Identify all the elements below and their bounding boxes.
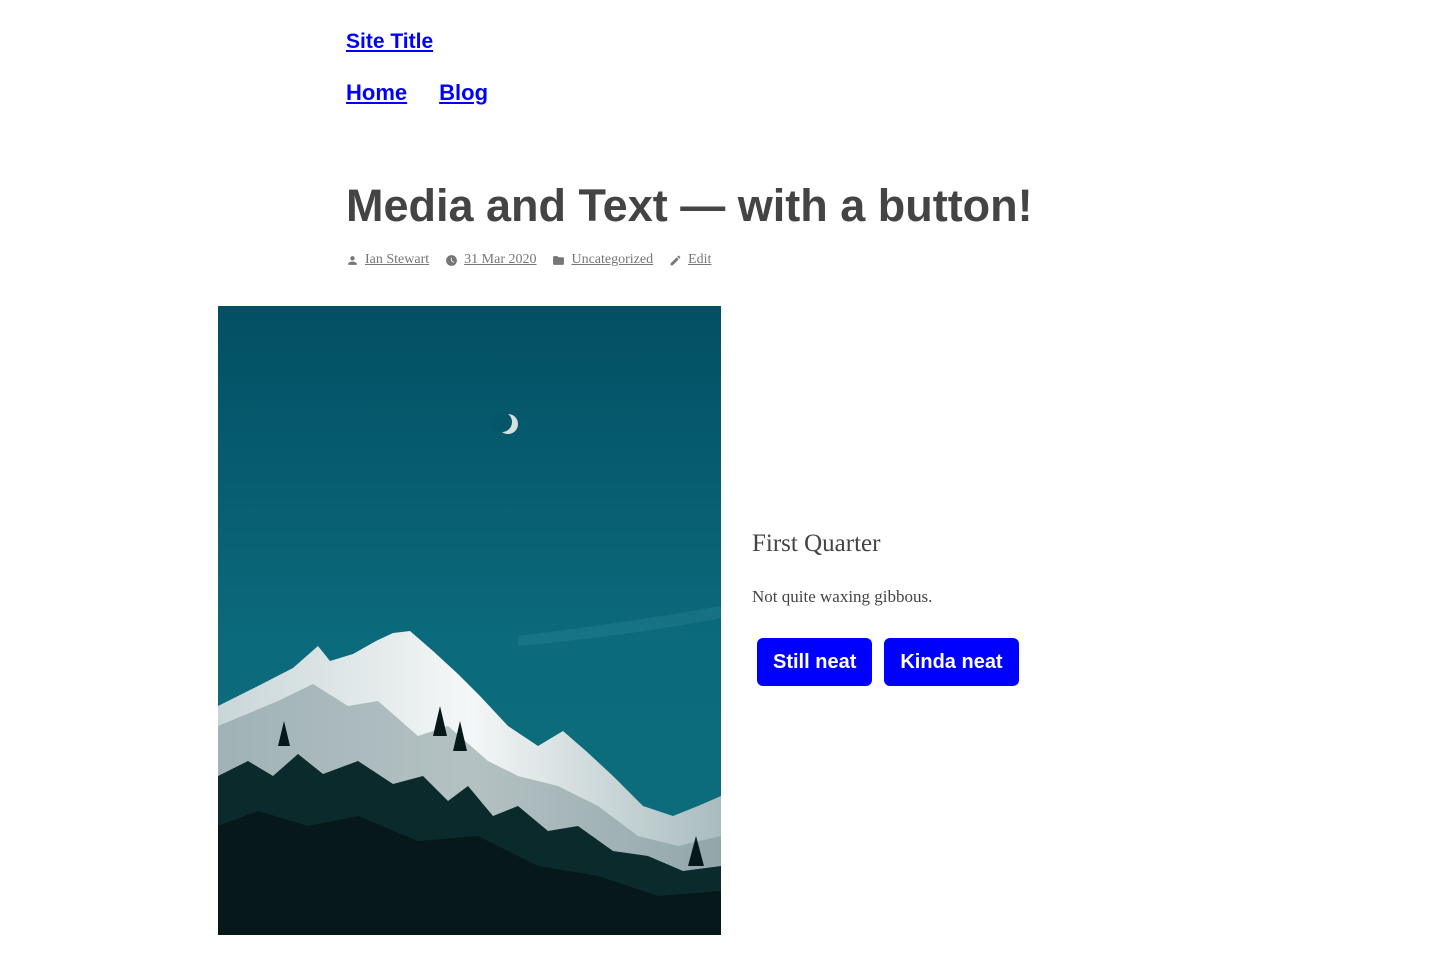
main-navigation: Home Blog bbox=[346, 79, 488, 107]
folder-icon bbox=[553, 255, 565, 265]
mountain-moon-image bbox=[218, 306, 721, 935]
post-title: Media and Text — with a button! bbox=[346, 180, 1033, 231]
still-neat-button[interactable]: Still neat bbox=[757, 638, 873, 686]
pencil-icon bbox=[670, 255, 681, 265]
kinda-neat-button[interactable]: Kinda neat bbox=[884, 638, 1019, 686]
nav-item-home[interactable]: Home bbox=[346, 79, 407, 107]
person-icon bbox=[348, 255, 357, 265]
meta-date: 31 Mar 2020 bbox=[445, 250, 536, 270]
meta-author: Ian Stewart bbox=[346, 250, 429, 270]
mountain-moon-photo bbox=[218, 306, 721, 935]
post-meta: Ian Stewart 31 Mar 2020 Uncategorized Ed… bbox=[346, 250, 727, 270]
nav-item-blog[interactable]: Blog bbox=[439, 79, 488, 107]
clock-icon bbox=[446, 254, 458, 266]
category-link[interactable]: Uncategorized bbox=[571, 250, 653, 270]
media-text-content: First Quarter Not quite waxing gibbous. … bbox=[752, 526, 1182, 686]
site-title-link[interactable]: Site Title bbox=[346, 29, 433, 55]
meta-edit: Edit bbox=[669, 250, 711, 270]
meta-category: Uncategorized bbox=[552, 250, 653, 270]
media-paragraph: Not quite waxing gibbous. bbox=[752, 587, 933, 606]
date-link[interactable]: 31 Mar 2020 bbox=[464, 250, 536, 270]
media-heading: First Quarter bbox=[752, 530, 881, 557]
edit-link[interactable]: Edit bbox=[688, 250, 711, 270]
button-group: Still neat Kinda neat bbox=[757, 638, 1182, 686]
author-link[interactable]: Ian Stewart bbox=[365, 250, 429, 270]
